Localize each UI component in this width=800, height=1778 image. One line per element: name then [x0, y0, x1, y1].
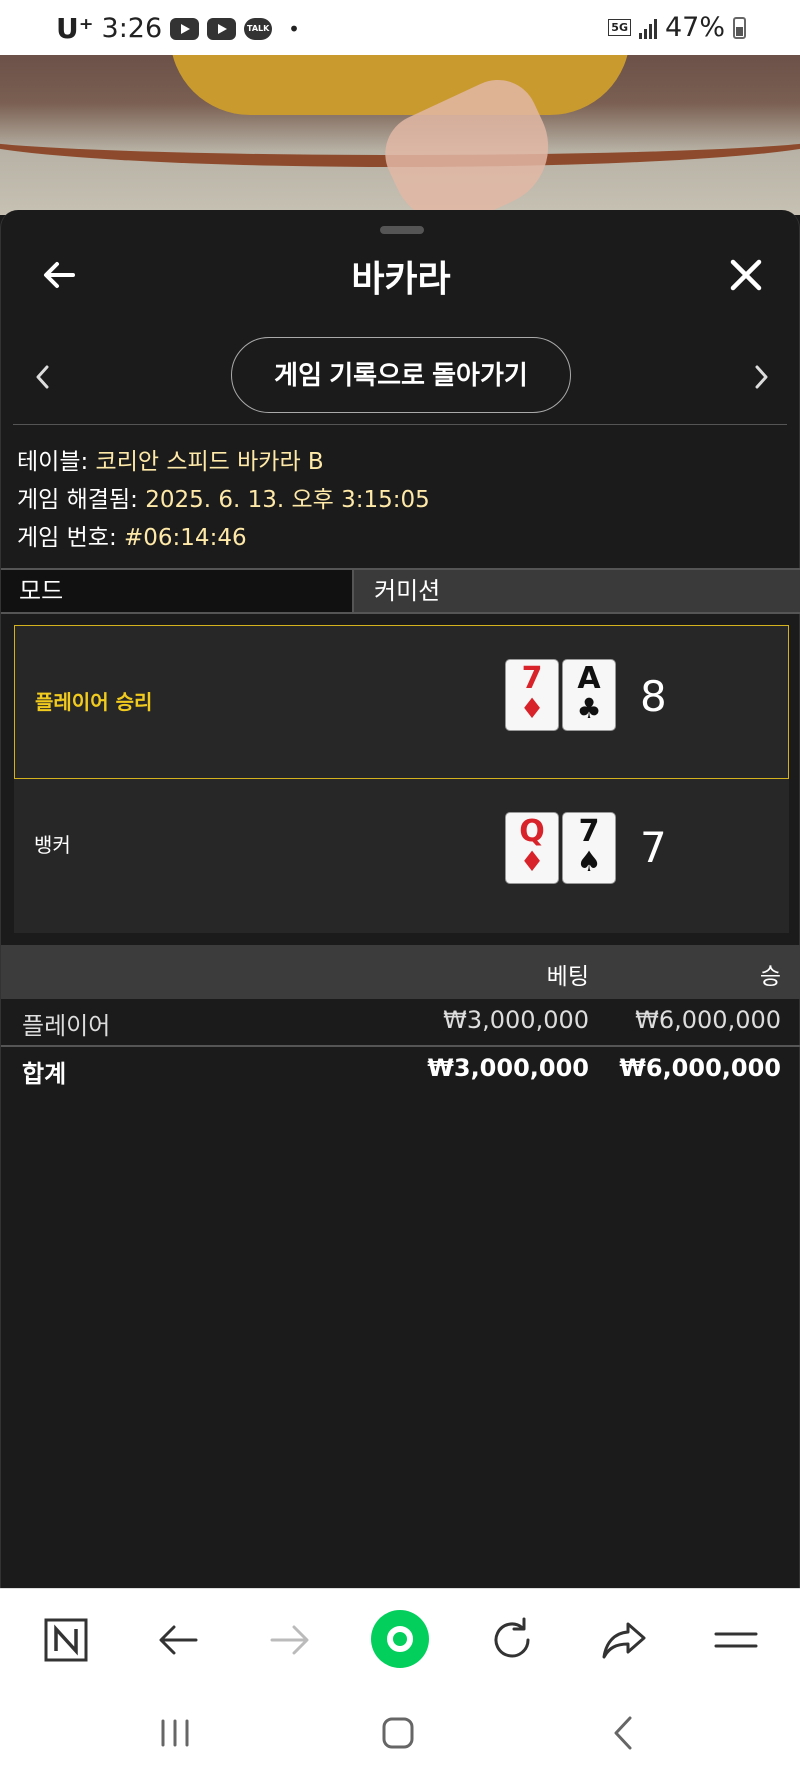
home-icon[interactable]	[378, 1713, 418, 1753]
bet-amount: ₩3,000,000	[443, 1006, 589, 1034]
diamond-suit-icon: ♦	[519, 692, 545, 725]
battery-percent: 47%	[664, 12, 725, 43]
youtube-icon	[170, 17, 200, 40]
player-result-row: 플레이어 승리 7 ♦ A ♣ 8	[14, 625, 789, 779]
player-score: 8	[640, 672, 667, 721]
drag-handle[interactable]	[380, 226, 424, 234]
table-value: 코리안 스피드 바카라 B	[95, 449, 324, 475]
game-detail-sheet: 바카라 게임 기록으로 돌아가기 테이블: 코리안 스피드 바카라 B 게임 해…	[0, 210, 800, 1588]
refresh-icon[interactable]	[486, 1614, 538, 1666]
page-title: 바카라	[351, 259, 451, 300]
status-bar-left: U⁺ 3:26 TALK •	[56, 12, 300, 45]
next-game-icon[interactable]	[749, 362, 773, 392]
card-rank: 7	[578, 814, 600, 849]
mode-label: 모드	[1, 570, 354, 612]
recent-apps-icon[interactable]	[155, 1713, 195, 1753]
youtube-icon	[207, 17, 237, 40]
mode-value: 커미션	[356, 570, 800, 612]
resolved-label: 게임 해결됨:	[17, 487, 138, 513]
previous-game-icon[interactable]	[31, 362, 55, 392]
battery-icon	[733, 16, 746, 39]
table-total-row: 합계 ₩3,000,000 ₩6,000,000	[1, 1047, 800, 1093]
banker-score: 7	[640, 823, 667, 872]
resolved-value: 2025. 6. 13. 오후 3:15:05	[145, 487, 430, 513]
status-bar-right: 5G 47%	[608, 12, 746, 43]
card-rank: A	[577, 661, 601, 696]
card-rank: Q	[519, 814, 545, 849]
playing-card: 7 ♦	[506, 660, 558, 730]
divider	[13, 424, 787, 425]
card-rank: 7	[521, 661, 543, 696]
player-result-label: 플레이어 승리	[35, 690, 153, 714]
total-bet-amount: ₩3,000,000	[427, 1054, 589, 1082]
table-info: 테이블: 코리안 스피드 바카라 B	[17, 442, 324, 476]
result-panel: 플레이어 승리 7 ♦ A ♣ 8 뱅커 Q ♦ 7 ♠ 7	[14, 625, 789, 933]
column-header-win: 승	[759, 964, 781, 990]
network-type-icon: 5G	[608, 19, 631, 36]
kakaotalk-icon: TALK	[244, 17, 273, 40]
banker-result-row: 뱅커 Q ♦ 7 ♠ 7	[14, 779, 789, 933]
system-navigation-bar	[0, 1688, 800, 1778]
game-number-value: #06:14:46	[124, 525, 247, 551]
bet-type: 플레이어	[22, 1012, 111, 1040]
close-icon[interactable]	[726, 255, 766, 295]
playing-card: 7 ♠	[563, 813, 615, 883]
status-bar: U⁺ 3:26 TALK • 5G 47%	[0, 0, 800, 55]
status-time: 3:26	[101, 13, 163, 44]
total-win-amount: ₩6,000,000	[619, 1054, 781, 1082]
banker-result-label: 뱅커	[34, 833, 71, 857]
game-number-label: 게임 번호:	[17, 525, 117, 551]
game-number-info: 게임 번호: #06:14:46	[17, 518, 247, 552]
back-icon[interactable]	[604, 1713, 644, 1753]
win-amount: ₩6,000,000	[635, 1006, 781, 1034]
signal-icon	[638, 17, 657, 39]
menu-icon[interactable]	[710, 1614, 762, 1666]
playing-card: A ♣	[563, 660, 615, 730]
resolved-info: 게임 해결됨: 2025. 6. 13. 오후 3:15:05	[17, 480, 430, 514]
notification-dot-icon: •	[288, 16, 300, 41]
share-icon[interactable]	[598, 1614, 650, 1666]
diamond-suit-icon: ♦	[519, 845, 545, 878]
table-label: 테이블:	[17, 449, 89, 475]
live-video-area[interactable]	[0, 55, 800, 215]
club-suit-icon: ♣	[576, 692, 602, 725]
carrier-label: U⁺	[56, 12, 94, 45]
naver-n-icon[interactable]	[40, 1614, 92, 1666]
arrow-right-icon	[270, 1625, 309, 1655]
arrow-left-icon[interactable]	[152, 1614, 204, 1666]
table-row: 플레이어 ₩3,000,000 ₩6,000,000	[1, 999, 800, 1045]
total-label: 합계	[22, 1060, 67, 1088]
spade-suit-icon: ♠	[576, 845, 602, 878]
playing-card: Q ♦	[506, 813, 558, 883]
bets-table-header: 베팅 승	[1, 945, 800, 999]
column-header-bet: 베팅	[546, 964, 589, 990]
browser-toolbar	[0, 1588, 800, 1689]
back-to-history-button[interactable]: 게임 기록으로 돌아가기	[231, 337, 571, 413]
mode-row: 모드 커미션	[1, 568, 800, 614]
green-home-icon[interactable]	[370, 1609, 430, 1669]
